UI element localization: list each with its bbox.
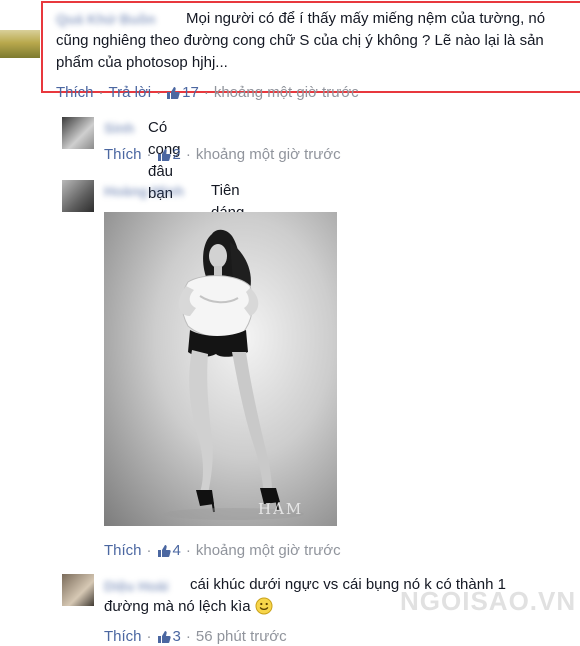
like-count[interactable]: 4 bbox=[157, 542, 181, 559]
comment-photo[interactable] bbox=[104, 212, 337, 526]
like-count[interactable]: 2 bbox=[157, 146, 181, 163]
photo-figure bbox=[164, 229, 304, 520]
comment-actions: Thích · Trả lời · 17 · khoảng một giờ tr… bbox=[56, 84, 359, 101]
reply-link[interactable]: Trả lời bbox=[109, 84, 152, 101]
timestamp[interactable]: khoảng một giờ trước bbox=[196, 146, 341, 163]
separator: · bbox=[156, 84, 162, 101]
like-count[interactable]: 17 bbox=[166, 84, 199, 101]
separator: · bbox=[98, 84, 104, 101]
thumbs-up-icon bbox=[157, 544, 171, 557]
like-link[interactable]: Thích bbox=[104, 628, 142, 645]
separator: · bbox=[146, 146, 152, 163]
like-link[interactable]: Thích bbox=[104, 542, 142, 559]
site-watermark: NGOISAO.VN bbox=[400, 586, 577, 616]
separator: · bbox=[146, 542, 152, 559]
comment-text: Mọi người có để í thấy mấy miếng nệm của… bbox=[56, 10, 546, 71]
avatar[interactable] bbox=[62, 574, 94, 606]
comment-actions: Thích · 2 · khoảng một giờ trước bbox=[104, 146, 341, 163]
comment-actions: Thích · 4 · khoảng một giờ trước bbox=[104, 542, 341, 559]
timestamp[interactable]: khoảng một giờ trước bbox=[214, 84, 359, 101]
photo-watermark: HAM bbox=[258, 500, 304, 518]
comment-author[interactable]: Hoàng Minh bbox=[104, 183, 184, 199]
timestamp[interactable]: 56 phút trước bbox=[196, 628, 287, 645]
like-count[interactable]: 3 bbox=[157, 628, 181, 645]
like-link[interactable]: Thích bbox=[56, 84, 94, 101]
timestamp[interactable]: khoảng một giờ trước bbox=[196, 542, 341, 559]
like-count-value: 2 bbox=[172, 146, 181, 163]
thumbs-up-icon bbox=[157, 148, 171, 161]
separator: · bbox=[185, 542, 191, 559]
avatar[interactable] bbox=[62, 180, 94, 212]
comment-actions: Thích · 3 · 56 phút trước bbox=[104, 628, 287, 645]
comment-author[interactable]: Sinh bbox=[104, 120, 134, 136]
separator: · bbox=[146, 628, 152, 645]
separator: · bbox=[203, 84, 209, 101]
separator: · bbox=[185, 146, 191, 163]
like-count-value: 3 bbox=[172, 628, 181, 645]
separator: · bbox=[185, 628, 191, 645]
thumbs-up-icon bbox=[167, 86, 180, 99]
like-count-value: 17 bbox=[182, 84, 199, 101]
smiley-icon bbox=[255, 597, 273, 615]
thumbs-up-icon bbox=[157, 630, 171, 643]
avatar[interactable] bbox=[62, 117, 94, 149]
like-link[interactable]: Thích bbox=[104, 146, 142, 163]
comment-thread: Quá Khứ Buồn Mọi người có để í thấy mấy … bbox=[0, 0, 580, 646]
like-count-value: 4 bbox=[172, 542, 181, 559]
avatar[interactable] bbox=[0, 30, 40, 58]
